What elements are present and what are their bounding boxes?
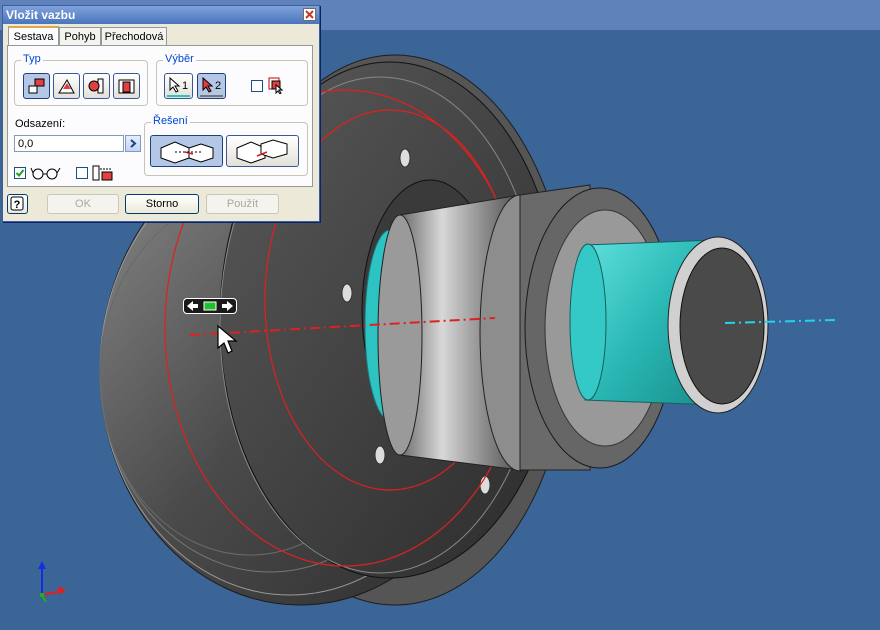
type-group: Typ (14, 53, 148, 106)
svg-text:?: ? (14, 199, 21, 211)
close-button[interactable] (303, 8, 316, 21)
pointer-icon (202, 77, 214, 93)
first-selection-label: 1 (182, 80, 189, 92)
place-constraint-dialog: Vložit vazbu Sestava Pohyb Přechodová Ty… (2, 5, 320, 222)
pick-part-first-icon (268, 77, 283, 94)
pick-part-first-checkbox[interactable] (251, 80, 263, 92)
second-selection-label: 2 (215, 80, 222, 92)
pointer-icon (169, 77, 181, 93)
selection-group-label: Výběr (163, 53, 196, 65)
tangent-constraint-icon (88, 78, 104, 94)
predict-offset-icon (92, 165, 113, 181)
insert-constraint-icon (118, 79, 135, 94)
selection-group: Výběr 1 2 (156, 53, 308, 106)
help-button[interactable]: ? (7, 194, 28, 214)
offset-input[interactable]: 0,0 (14, 135, 124, 152)
insert-button[interactable] (113, 73, 140, 99)
dialog-title-bar[interactable]: Vložit vazbu (3, 6, 319, 24)
flush-solution-icon (236, 139, 288, 164)
checkmark-icon (15, 169, 25, 177)
solution-group-label: Řešení (151, 115, 190, 127)
mate-constraint-icon (28, 78, 45, 94)
axis-triad-icon (38, 561, 66, 603)
move-handle-icon[interactable] (183, 298, 237, 314)
preview-checkbox[interactable] (14, 167, 26, 179)
first-selection-button[interactable]: 1 (164, 73, 193, 99)
tangent-button[interactable] (83, 73, 110, 99)
tab-assembly[interactable]: Sestava (8, 26, 59, 46)
hub-part[interactable] (361, 179, 769, 472)
mate-button[interactable] (23, 73, 50, 99)
second-selection-button[interactable]: 2 (197, 73, 226, 99)
flush-solution-button[interactable] (226, 135, 299, 167)
mouse-cursor-icon (217, 324, 238, 354)
close-icon (305, 10, 314, 19)
angle-button[interactable] (53, 73, 80, 99)
glasses-icon (30, 167, 61, 180)
type-group-label: Typ (21, 53, 43, 65)
tab-motion[interactable]: Pohyb (59, 27, 101, 45)
mate-solution-button[interactable] (150, 135, 223, 167)
mate-solution-icon (160, 141, 214, 164)
predict-offset-checkbox[interactable] (76, 167, 88, 179)
chevron-right-icon (130, 139, 137, 148)
solution-group: Řešení (144, 115, 308, 176)
offset-menu-button[interactable] (125, 135, 141, 152)
angle-constraint-icon (58, 78, 75, 94)
apply-button[interactable]: Použít (206, 194, 279, 214)
cancel-button[interactable]: Storno (125, 194, 199, 214)
tab-transitional[interactable]: Přechodová (101, 27, 167, 45)
ok-button[interactable]: OK (47, 194, 119, 214)
help-icon: ? (10, 196, 24, 211)
offset-label: Odsazení: (15, 118, 66, 130)
tab-panel: Typ Výběr 1 2 Odsazení: 0,0 Řešení (7, 45, 313, 187)
dialog-title: Vložit vazbu (6, 8, 76, 22)
